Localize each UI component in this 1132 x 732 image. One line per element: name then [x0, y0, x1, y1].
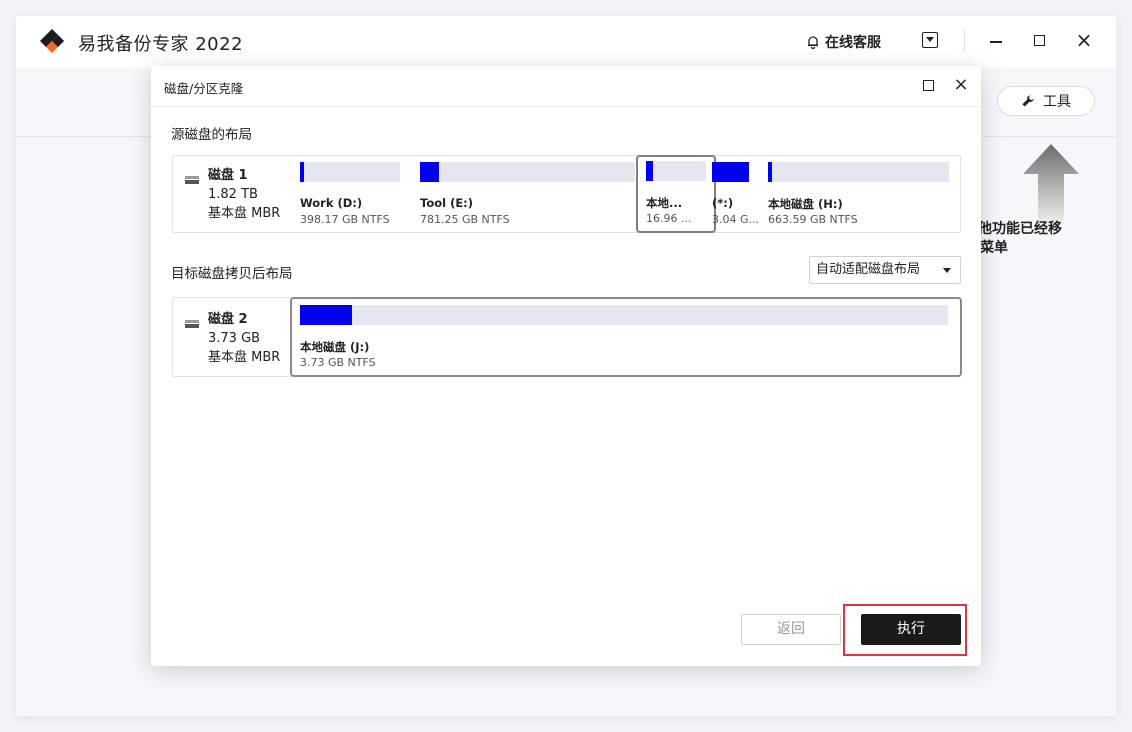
target-disk-info: 磁盘 2 3.73 GB 基本盘 MBR: [185, 310, 295, 367]
target-layout-label: 目标磁盘拷贝后布局: [171, 266, 293, 282]
partition-size: 781.25 GB NTFS: [420, 213, 510, 226]
target-disk-panel: 磁盘 2 3.73 GB 基本盘 MBR 本地磁盘 (J:) 3.73 GB N…: [172, 297, 962, 377]
arrow-up-icon: [1023, 144, 1079, 224]
target-partition-block: 本地磁盘 (J:) 3.73 GB NTFS: [300, 299, 948, 377]
usage-fill: [300, 305, 352, 325]
usage-bar: [300, 305, 948, 325]
usage-bar: [300, 162, 400, 182]
partition-name: Tool (E:): [420, 196, 474, 210]
partition-size: 3.73 GB NTFS: [300, 356, 376, 369]
partition-name: 本地磁盘 (J:): [300, 340, 370, 354]
disk-icon: [185, 176, 199, 184]
tools-button[interactable]: 工具: [997, 86, 1095, 116]
maximize-button[interactable]: [1034, 35, 1045, 46]
execute-highlight-box: [843, 604, 967, 656]
source-layout-label: 源磁盘的布局: [171, 127, 252, 143]
partition-name: 本地...: [646, 196, 683, 210]
titlebar-divider: [964, 30, 965, 52]
usage-bar: [768, 162, 949, 182]
source-disk-size: 1.82 TB: [208, 187, 258, 202]
target-partition[interactable]: 本地磁盘 (J:) 3.73 GB NTFS: [290, 297, 962, 377]
menu-dropdown-icon[interactable]: [922, 32, 938, 48]
source-disk-panel: 磁盘 1 1.82 TB 基本盘 MBR Work (D:) 398.17 GB …: [172, 155, 961, 233]
layout-select[interactable]: 自动适配磁盘布局: [809, 256, 961, 284]
source-disk-info: 磁盘 1 1.82 TB 基本盘 MBR: [185, 166, 295, 223]
usage-fill: [712, 162, 749, 182]
partition-size: 3.04 G...: [712, 213, 759, 226]
layout-select-value: 自动适配磁盘布局: [816, 262, 921, 277]
source-disk-name: 磁盘 1: [208, 168, 248, 183]
partition-size: 663.59 GB NTFS: [768, 213, 858, 226]
tools-label: 工具: [1043, 94, 1071, 110]
source-partition[interactable]: (*:) 3.04 G...: [712, 156, 759, 234]
partition-size: 398.17 GB NTFS: [300, 213, 390, 226]
dialog-close-button[interactable]: ×: [952, 75, 970, 95]
wrench-icon: [1022, 95, 1034, 107]
target-disk-size: 3.73 GB: [208, 331, 261, 346]
source-partition[interactable]: Tool (E:) 781.25 GB NTFS: [420, 156, 635, 234]
title-bar: 易我备份专家 2022 在线客服 ×: [16, 16, 1116, 68]
partition-name: Work (D:): [300, 196, 363, 210]
dialog-header: 磁盘/分区克隆 ×: [151, 66, 981, 107]
usage-bar: [646, 161, 706, 181]
disk-icon: [185, 320, 199, 328]
source-partition[interactable]: 本地磁盘 (H:) 663.59 GB NTFS: [768, 156, 949, 234]
target-disk-name: 磁盘 2: [208, 312, 248, 327]
usage-bar: [712, 162, 749, 182]
online-service-label: 在线客服: [825, 35, 881, 51]
dialog-maximize-button[interactable]: [923, 80, 934, 91]
usage-fill: [300, 162, 304, 182]
minimize-button[interactable]: [990, 41, 1002, 43]
source-disk-type: 基本盘 MBR: [208, 206, 281, 221]
online-service-button[interactable]: 在线客服: [806, 32, 881, 52]
partition-name: (*:): [712, 196, 734, 210]
back-button[interactable]: 返回: [741, 614, 841, 645]
target-disk-type: 基本盘 MBR: [208, 350, 281, 365]
app-title: 易我备份专家 2022: [78, 34, 244, 55]
usage-fill: [420, 162, 439, 182]
usage-fill: [768, 162, 772, 182]
app-logo: [40, 29, 64, 53]
usage-fill: [646, 161, 653, 181]
close-button[interactable]: ×: [1074, 30, 1094, 50]
clone-dialog: 磁盘/分区克隆 × 源磁盘的布局 磁盘 1 1.82 TB 基本盘 MBR Wo…: [151, 66, 981, 666]
chevron-down-icon: [943, 268, 951, 273]
bell-icon: [808, 36, 818, 49]
usage-bar: [420, 162, 635, 182]
source-partition[interactable]: Work (D:) 398.17 GB NTFS: [300, 156, 400, 234]
partition-size: 16.96 ...: [646, 212, 692, 225]
dialog-title: 磁盘/分区克隆: [164, 81, 244, 96]
partition-name: 本地磁盘 (H:): [768, 197, 843, 211]
source-partition[interactable]: 本地... 16.96 ...: [636, 155, 716, 233]
